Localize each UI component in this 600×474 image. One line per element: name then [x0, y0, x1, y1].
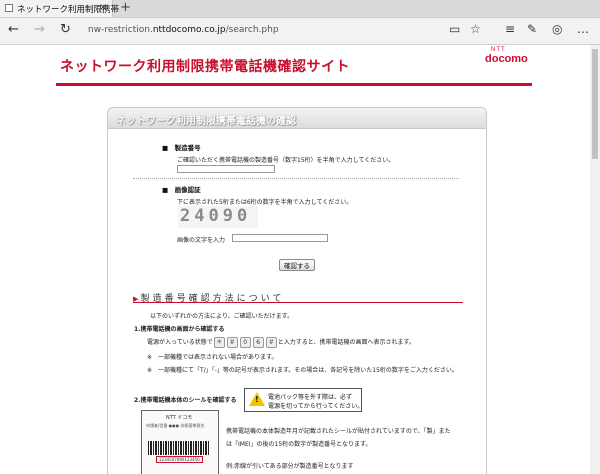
serial-label: ■ 製造番号 — [162, 144, 201, 152]
auth-hint: 下に表示された5桁または6桁の数字を半角で入力してください。 — [177, 199, 353, 206]
hub-icon[interactable]: ≡ — [505, 22, 515, 36]
header-divider — [56, 83, 532, 86]
check-button[interactable]: 確認する — [279, 259, 315, 271]
note-1: ※ 一部機種では表示されない場合があります。 — [147, 354, 278, 361]
serial-input[interactable] — [177, 165, 275, 173]
page-favicon-icon — [5, 4, 13, 12]
new-tab-button[interactable]: + — [120, 0, 131, 15]
url-path: /search.php — [225, 25, 279, 35]
method2-text-1: 携帯電話機の本体製造年月が記載されたシールが貼付されていますので、「製」また — [226, 428, 451, 435]
panel-title: ネットワーク利用制限携帯電話機の確認 — [116, 116, 296, 127]
label-lines: 申請者/型番 ●●● 技術基準適合 — [146, 423, 205, 428]
more-menu-icon[interactable]: … — [577, 22, 589, 36]
docomo-logo[interactable]: NTT docomo — [485, 47, 528, 65]
logo-small: NTT — [491, 47, 506, 53]
key-hash-icon: ＃ — [265, 337, 277, 348]
method2-text-2: は「IMEI」の後の15桁の数字が製造番号となります。 — [226, 441, 372, 448]
refresh-icon[interactable]: ↻ — [60, 22, 71, 37]
serial-hint: ご確認いただく携帯電話機の製造番号（数字15桁）を半角で入力してください。 — [177, 157, 395, 164]
method1-text-a: 電源が入っている状態で — [147, 339, 213, 346]
favorite-star-icon[interactable]: ☆ — [470, 22, 481, 36]
url-domain: nttdocomo.co.jp — [152, 25, 226, 35]
site-header: NTT docomo ネットワーク利用制限携帯電話機確認サイト — [56, 45, 532, 83]
browser-tab-bar: ネットワーク利用制限携帯 × + — [0, 0, 600, 18]
address-bar: ← → ↻ nw-restriction.nttdocomo.co.jp/sea… — [0, 18, 600, 45]
url-prefix: nw-restriction. — [88, 25, 153, 35]
key-star-icon: ＊ — [213, 337, 225, 348]
forward-arrow-icon[interactable]: → — [34, 22, 45, 37]
method1-text-b: と入力すると、携帯電話機の画面へ表示されます。 — [277, 339, 415, 346]
warning-line-2: 電源を切ってから行ってください。 — [268, 403, 364, 410]
url-field[interactable]: nw-restriction.nttdocomo.co.jp/search.ph… — [88, 25, 279, 35]
logo-text: docomo — [485, 53, 528, 65]
method1-title: 1.携帯電話機の画面から確認する — [134, 326, 225, 333]
label-sticker-image: NTT ドコモ 申請者/型番 ●●● 技術基準適合 12345678901234… — [141, 410, 219, 474]
share-icon[interactable]: ◎ — [552, 22, 562, 36]
warning-box: ! 電池パック等を外す際は、必ず 電源を切ってから行ってください。 — [244, 388, 364, 412]
divider — [133, 178, 459, 179]
key-6-icon: 6 — [252, 337, 264, 348]
warning-exclamation: ! — [255, 395, 259, 404]
key-hash-icon: ＃ — [226, 337, 238, 348]
note-2: ※ 一部機種にて「T/」「-」等の記号が表示されます。その場合は、各記号を除いた… — [147, 367, 458, 374]
browser-tab[interactable]: ネットワーク利用制限携帯 × — [0, 0, 119, 17]
barcode-icon — [148, 441, 210, 455]
vertical-scrollbar[interactable] — [590, 45, 600, 474]
captcha-image: 24090 — [178, 206, 258, 228]
key-0-icon: 0 — [239, 337, 251, 348]
label-imei: 1234567890123456 — [156, 456, 203, 463]
panel-header: ネットワーク利用制限携帯電話機の確認 — [108, 108, 486, 129]
method2-title: 2.携帯電話機本体のシールを確認する — [134, 397, 237, 404]
method2-text-3: 例:赤線が引いてある部分が製造番号となります — [226, 463, 354, 470]
back-arrow-icon[interactable]: ← — [8, 22, 19, 37]
auth-label: ■ 画像認証 — [162, 186, 201, 194]
captcha-text: 24090 — [180, 206, 252, 226]
page-content: NTT docomo ネットワーク利用制限携帯電話機確認サイト ネットワーク利用制… — [0, 45, 590, 474]
captcha-input[interactable] — [232, 234, 328, 242]
reading-view-icon[interactable]: ▭ — [449, 22, 460, 36]
close-tab-icon[interactable]: × — [99, 2, 107, 13]
captcha-input-label: 画像の文字を入力 — [177, 237, 226, 244]
web-note-icon[interactable]: ✎ — [527, 22, 537, 36]
howto-intro: 以下のいずれかの方法により、ご確認いただけます。 — [150, 313, 294, 320]
scrollbar-thumb[interactable] — [592, 49, 598, 159]
warning-line-1: 電池パック等を外す際は、必ず — [268, 394, 353, 401]
method1-text: 電源が入っている状態で＊＃ 0 6 ＃と入力すると、携帯電話機の画面へ表示されます。 — [147, 337, 415, 348]
site-title: ネットワーク利用制限携帯電話機確認サイト — [60, 59, 350, 75]
section-divider — [133, 302, 463, 303]
label-brand: NTT ドコモ — [166, 415, 193, 421]
